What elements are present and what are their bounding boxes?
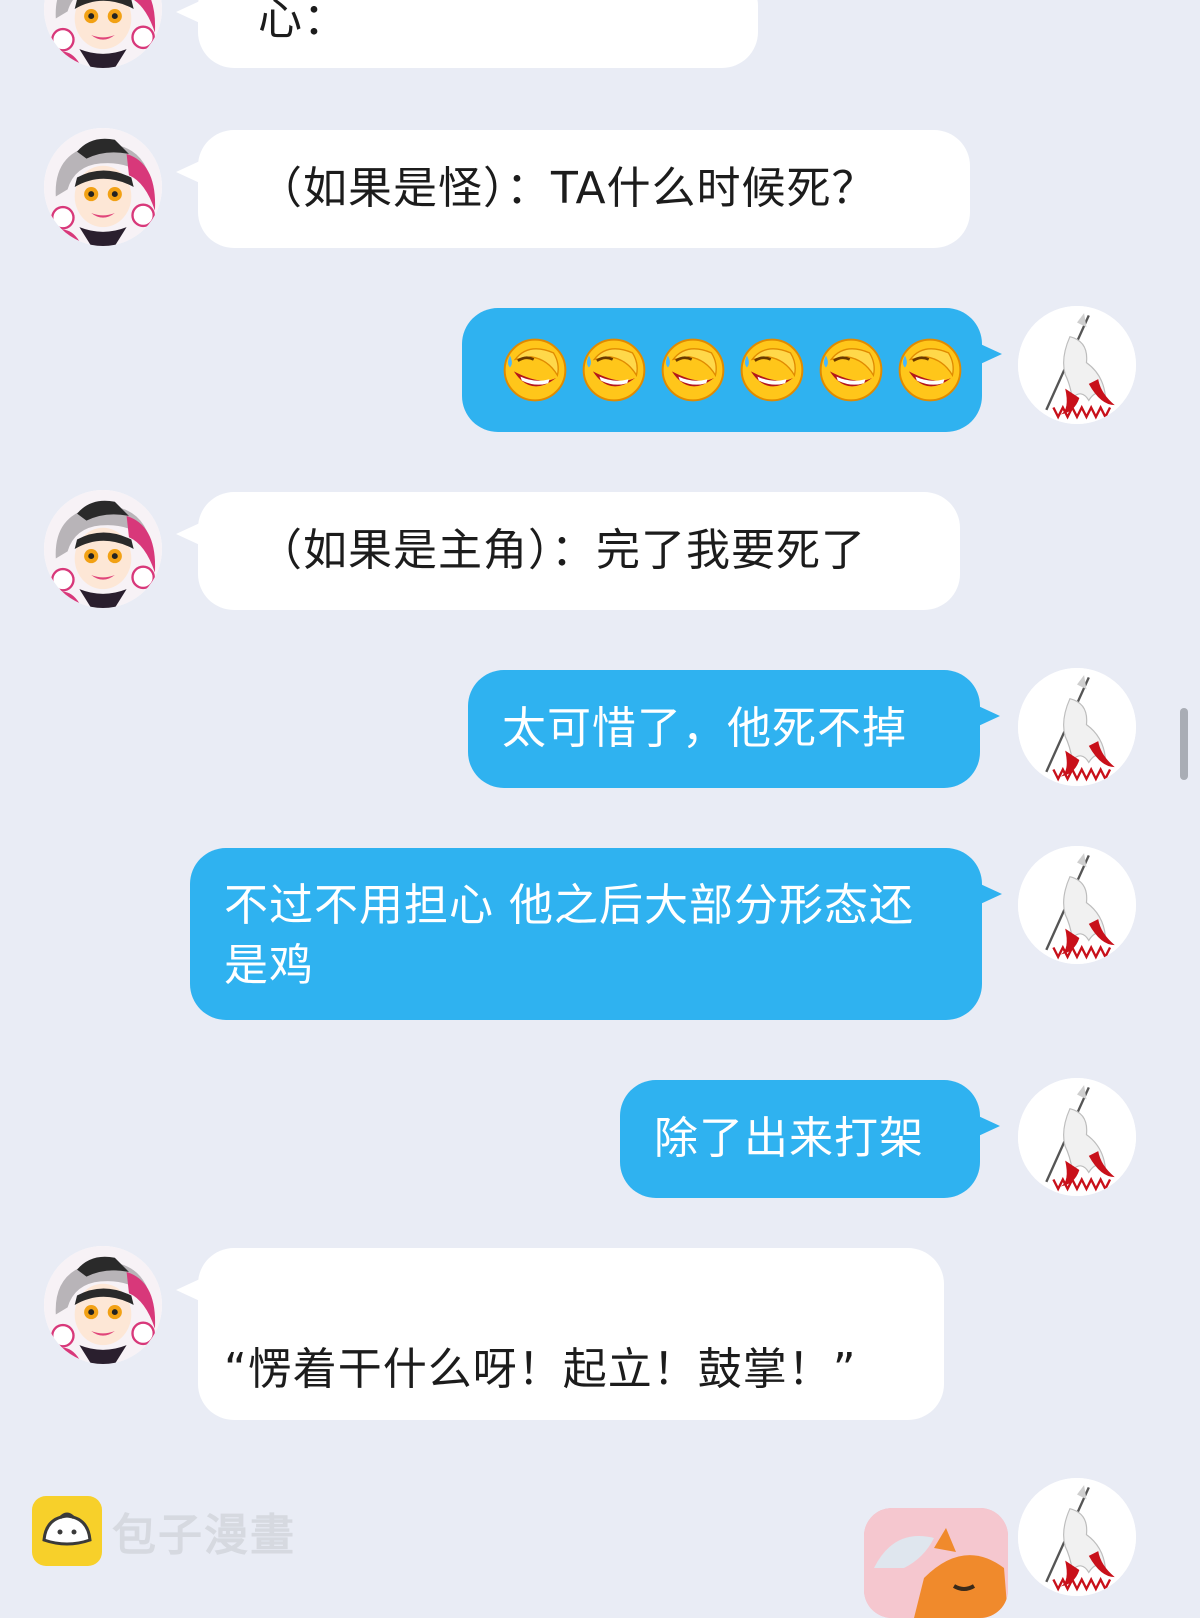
laugh-cry-emoji-icon: [582, 338, 646, 402]
watermark: 包子漫畫: [32, 1496, 296, 1566]
outgoing-message-bubble[interactable]: [462, 308, 1002, 432]
message-text: 不过不用担心 他之后大部分形态还是鸡: [224, 880, 914, 991]
message-text: （如果是主角）：完了我要死了: [258, 525, 866, 576]
bun-icon: [32, 1496, 102, 1566]
message-text: 除了出来打架: [654, 1113, 924, 1164]
incoming-message-bubble[interactable]: “愣着干什么呀！起立！鼓掌！”: [176, 1248, 944, 1420]
scrollbar[interactable]: [1180, 708, 1188, 780]
fox-sticker[interactable]: [864, 1508, 1008, 1618]
message-text: 这个时候上色的内心：: [258, 0, 348, 45]
sender-avatar[interactable]: [44, 128, 162, 246]
message-text: （如果是怪）：TA什么时候死？: [258, 163, 877, 214]
self-avatar[interactable]: [1018, 846, 1136, 964]
self-avatar[interactable]: [1018, 306, 1136, 424]
watermark-text: 包子漫畫: [112, 1510, 296, 1561]
self-avatar[interactable]: [1018, 1478, 1136, 1596]
self-avatar[interactable]: [1018, 668, 1136, 786]
laugh-cry-emoji-icon: [898, 338, 962, 402]
outgoing-message-bubble[interactable]: 不过不用担心 他之后大部分形态还是鸡: [190, 848, 1002, 1020]
laugh-cry-emoji-icon: [740, 338, 804, 402]
emoji-row: [502, 337, 963, 403]
outgoing-message-bubble[interactable]: 太可惜了，他死不掉: [468, 670, 1000, 788]
laugh-cry-emoji-icon: [503, 338, 567, 402]
self-avatar[interactable]: [1018, 1078, 1136, 1196]
sender-avatar[interactable]: [44, 1246, 162, 1364]
outgoing-message-bubble[interactable]: 除了出来打架: [620, 1080, 1000, 1198]
fox-sticker-image: [864, 1508, 1008, 1618]
message-text: 太可惜了，他死不掉: [502, 703, 907, 754]
sender-avatar[interactable]: [44, 490, 162, 608]
laugh-cry-emoji-icon: [819, 338, 883, 402]
sender-avatar[interactable]: [44, 0, 162, 68]
incoming-message-bubble[interactable]: （如果是怪）：TA什么时候死？: [176, 130, 970, 248]
incoming-message-bubble[interactable]: 这个时候上色的内心：: [176, 0, 758, 68]
laugh-cry-emoji-icon: [661, 338, 725, 402]
message-text: “愣着干什么呀！起立！鼓掌！”: [224, 1344, 857, 1395]
incoming-message-bubble[interactable]: （如果是主角）：完了我要死了: [176, 492, 960, 610]
